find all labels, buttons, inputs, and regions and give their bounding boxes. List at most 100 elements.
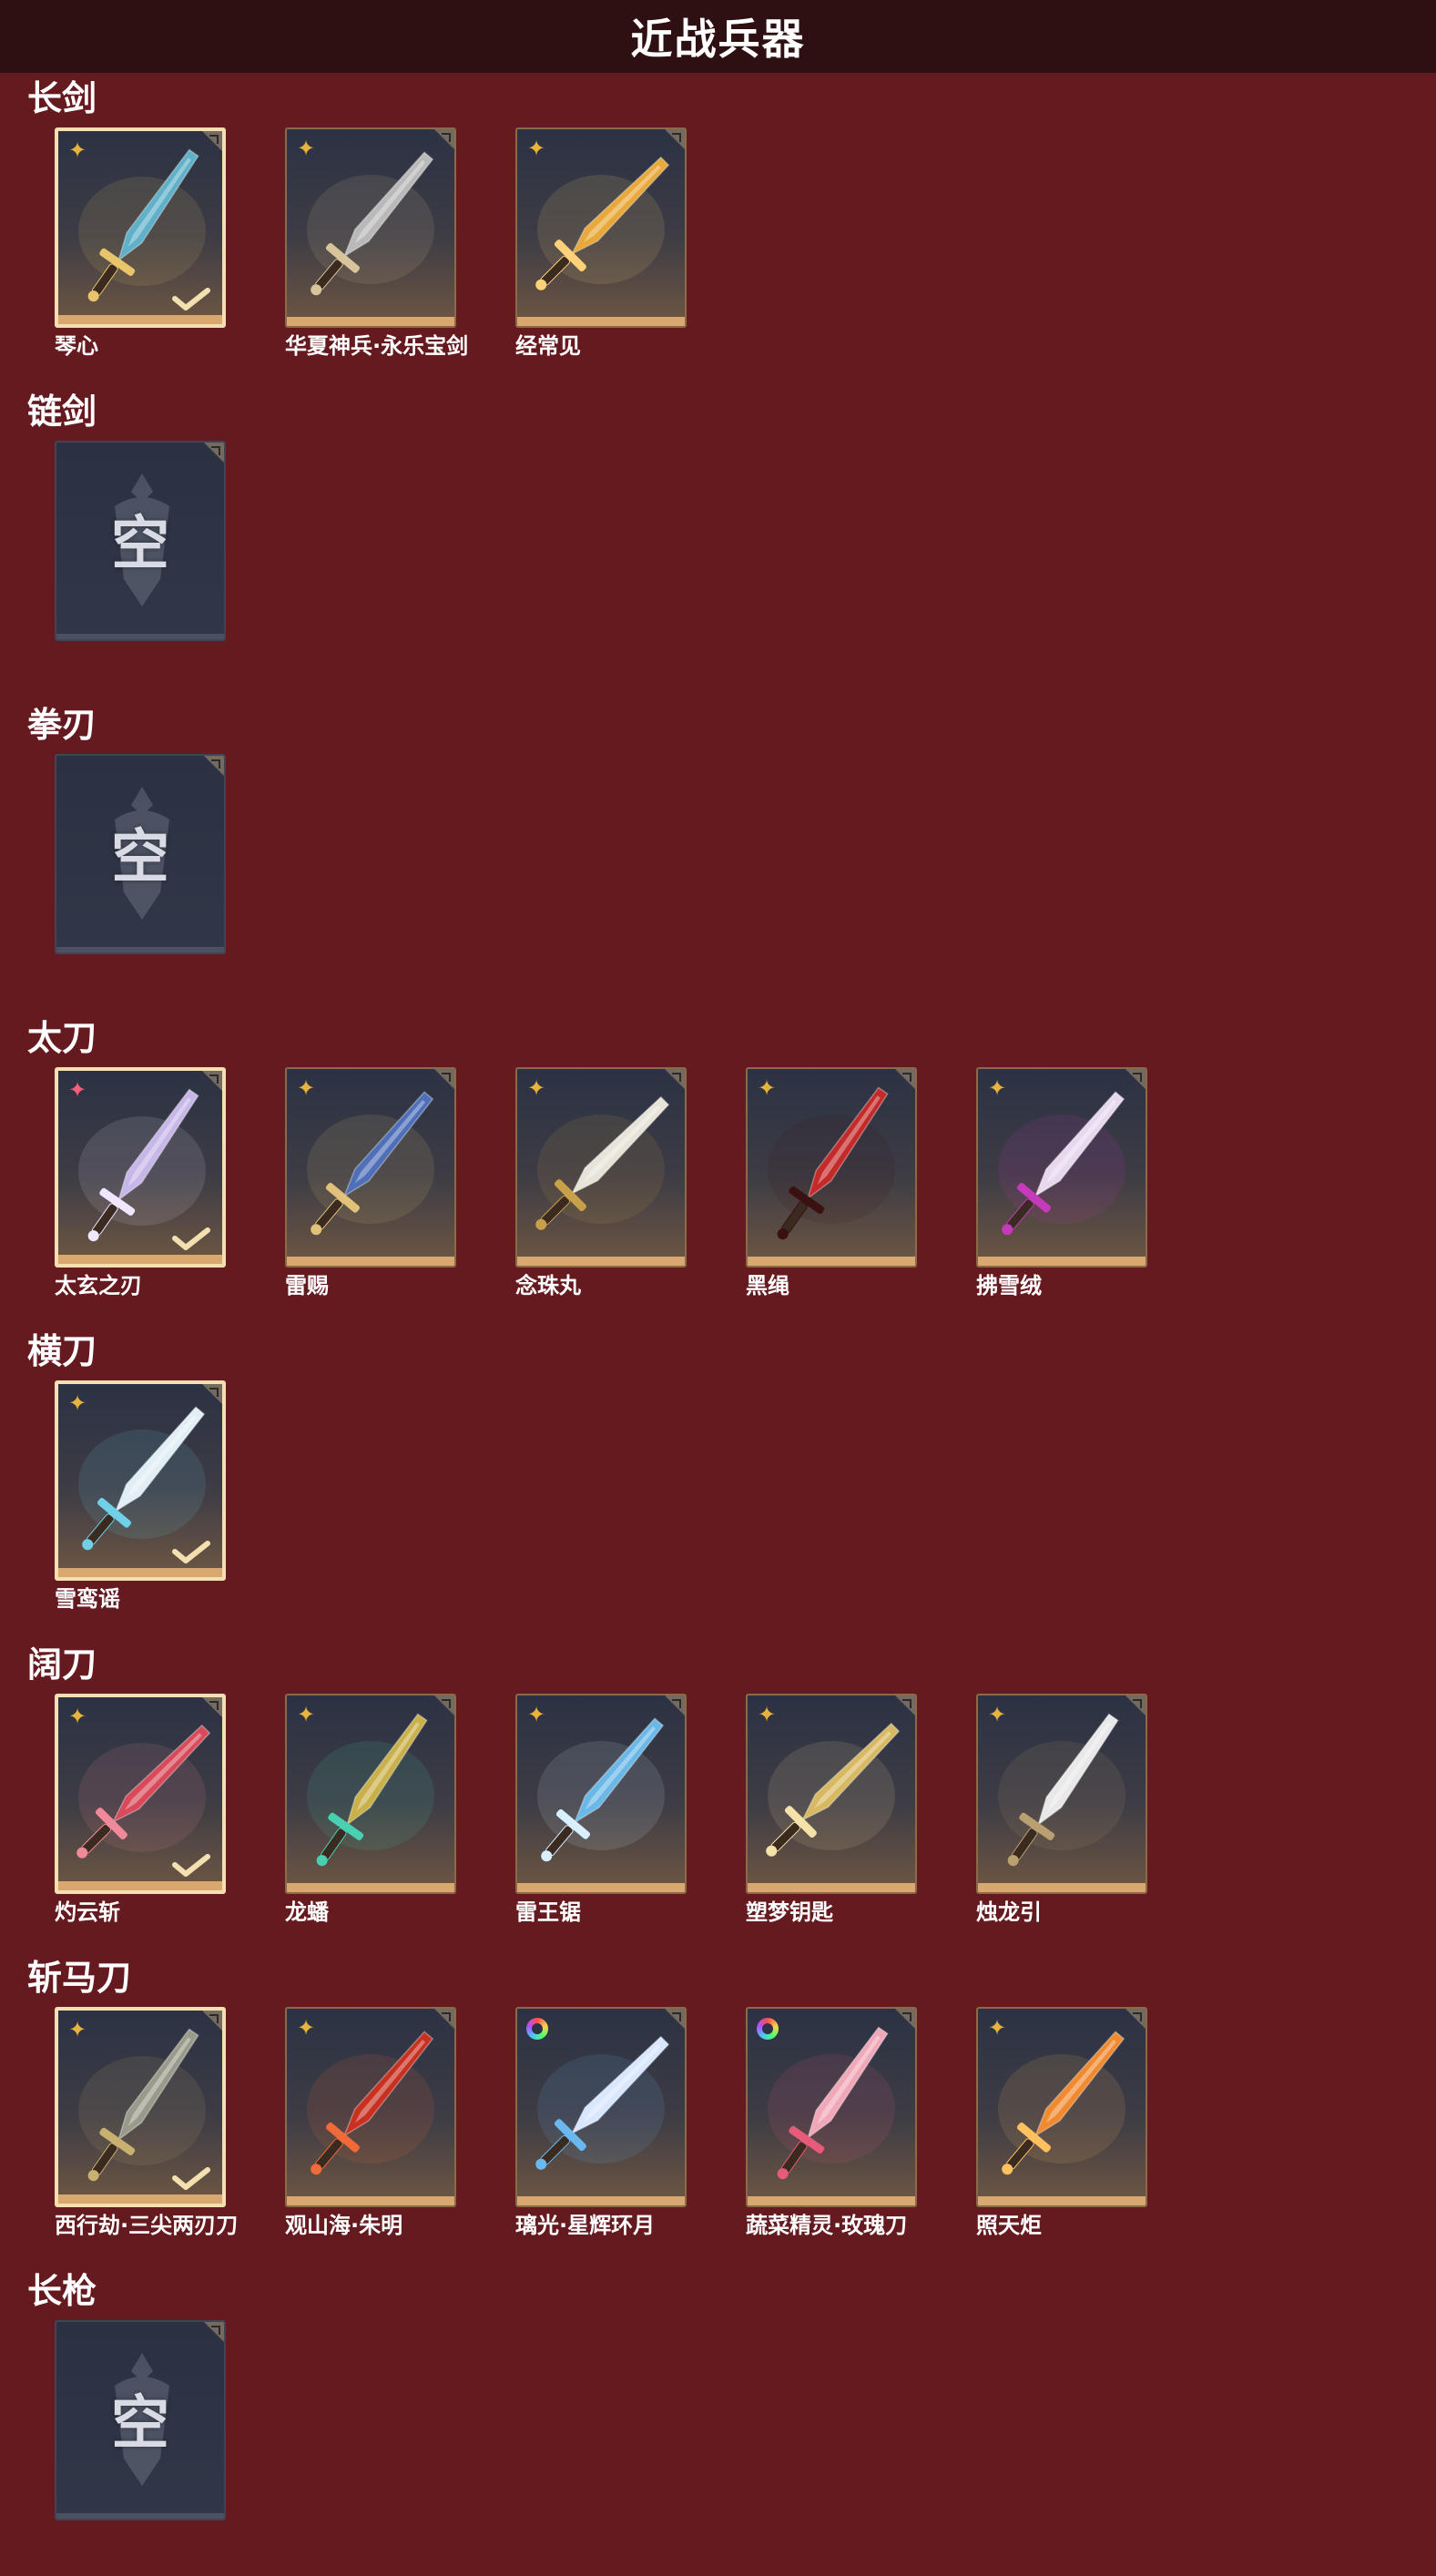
empty-slot-label: 空 <box>111 511 169 578</box>
section-title: 链剑 <box>27 392 97 432</box>
section-title: 拳刃 <box>27 705 97 745</box>
gold-star-rarity-icon: ✦ <box>67 2017 87 2042</box>
rainbow-rarity-icon <box>757 2018 779 2040</box>
gold-star-rarity-icon: ✦ <box>526 136 546 161</box>
equipped-check-icon <box>172 288 210 311</box>
expand-corner-icon <box>895 2009 915 2029</box>
page-header: 近战兵器 <box>0 0 1436 73</box>
weapon-card[interactable]: ✦ <box>746 1067 917 1268</box>
gold-star-rarity-icon: ✦ <box>987 2015 1007 2041</box>
pink-star-rarity-icon: ✦ <box>67 1077 87 1103</box>
weapon-name: 西行劫·三尖两刃刀 <box>55 2213 239 2238</box>
expand-corner-icon <box>665 1695 685 1716</box>
weapon-name: 琴心 <box>55 333 98 359</box>
expand-corner-icon <box>202 2011 222 2031</box>
weapon-card[interactable]: ✦ <box>285 2007 456 2207</box>
gold-star-rarity-icon: ✦ <box>296 1075 316 1101</box>
section-title: 横刀 <box>27 1331 97 1371</box>
weapon-card[interactable] <box>515 2007 687 2207</box>
card-quality-bar <box>978 1257 1146 1266</box>
weapon-card[interactable]: ✦ <box>515 1694 687 1894</box>
expand-corner-icon <box>1125 1069 1146 1089</box>
weapon-card[interactable]: ✦ <box>285 1694 456 1894</box>
card-quality-bar <box>517 317 685 326</box>
empty-weapon-slot[interactable]: 空 <box>55 441 226 641</box>
card-quality-bar <box>58 1568 222 1577</box>
weapon-name: 龙蟠 <box>285 1899 329 1925</box>
equipped-check-icon <box>172 1854 210 1877</box>
card-quality-bar <box>517 1883 685 1892</box>
card-quality-bar <box>58 2194 222 2204</box>
weapon-card[interactable]: ✦ <box>55 1694 226 1894</box>
weapon-card[interactable]: ✦ <box>976 1067 1147 1268</box>
expand-corner-icon <box>204 756 224 776</box>
empty-weapon-slot[interactable]: 空 <box>55 2320 226 2520</box>
empty-slot-label: 空 <box>111 824 169 891</box>
weapon-name: 雷赐 <box>285 1273 329 1298</box>
expand-corner-icon <box>202 1697 222 1717</box>
weapon-card[interactable]: ✦ <box>285 127 456 328</box>
gold-star-rarity-icon: ✦ <box>987 1075 1007 1101</box>
gold-star-rarity-icon: ✦ <box>67 1704 87 1729</box>
weapon-name: 烛龙引 <box>976 1899 1042 1925</box>
expand-corner-icon <box>895 1069 915 1089</box>
card-quality-bar <box>56 634 224 639</box>
expand-corner-icon <box>434 129 454 149</box>
section-title: 长剑 <box>27 78 97 118</box>
weapon-name: 雷王锯 <box>515 1899 581 1925</box>
gold-star-rarity-icon: ✦ <box>296 1702 316 1727</box>
section-title: 长枪 <box>27 2271 97 2311</box>
card-quality-bar <box>978 2196 1146 2205</box>
gold-star-rarity-icon: ✦ <box>757 1075 777 1101</box>
expand-corner-icon <box>1125 2009 1146 2029</box>
card-quality-bar <box>748 1883 915 1892</box>
weapon-card[interactable]: ✦ <box>515 1067 687 1268</box>
expand-corner-icon <box>202 1384 222 1404</box>
weapon-card[interactable]: ✦ <box>55 2007 226 2207</box>
weapon-card[interactable]: ✦ <box>55 1380 226 1581</box>
weapon-name: 璃光·星辉环月 <box>515 2213 656 2238</box>
weapon-card[interactable]: ✦ <box>55 1067 226 1268</box>
gold-star-rarity-icon: ✦ <box>67 137 87 163</box>
weapon-card[interactable]: ✦ <box>976 2007 1147 2207</box>
card-quality-bar <box>287 317 454 326</box>
gold-star-rarity-icon: ✦ <box>296 2015 316 2041</box>
weapon-card[interactable]: ✦ <box>55 127 226 328</box>
weapon-name: 蔬菜精灵·玫瑰刀 <box>746 2213 908 2238</box>
expand-corner-icon <box>434 1069 454 1089</box>
gold-star-rarity-icon: ✦ <box>987 1702 1007 1727</box>
card-quality-bar <box>58 1881 222 1890</box>
card-quality-bar <box>517 1257 685 1266</box>
card-quality-bar <box>287 1883 454 1892</box>
expand-corner-icon <box>202 1071 222 1091</box>
card-quality-bar <box>978 1883 1146 1892</box>
weapon-name: 灼云斩 <box>55 1899 120 1925</box>
expand-corner-icon <box>434 2009 454 2029</box>
weapon-card[interactable]: ✦ <box>285 1067 456 1268</box>
weapon-name: 拂雪绒 <box>976 1273 1042 1298</box>
expand-corner-icon <box>665 1069 685 1089</box>
weapon-card[interactable]: ✦ <box>746 1694 917 1894</box>
expand-corner-icon <box>1125 1695 1146 1716</box>
weapon-name: 经常见 <box>515 333 581 359</box>
section-title: 太刀 <box>27 1018 97 1058</box>
gold-star-rarity-icon: ✦ <box>67 1390 87 1416</box>
equipped-check-icon <box>172 1541 210 1563</box>
weapon-card[interactable] <box>746 2007 917 2207</box>
card-quality-bar <box>56 947 224 952</box>
expand-corner-icon <box>202 131 222 151</box>
weapon-name: 黑绳 <box>746 1273 789 1298</box>
weapon-card[interactable]: ✦ <box>515 127 687 328</box>
section-title: 阔刀 <box>27 1644 97 1685</box>
weapon-name: 华夏神兵·永乐宝剑 <box>285 333 469 359</box>
weapon-name: 塑梦钥匙 <box>746 1899 833 1925</box>
expand-corner-icon <box>665 129 685 149</box>
gold-star-rarity-icon: ✦ <box>757 1702 777 1727</box>
card-quality-bar <box>748 2196 915 2205</box>
equipped-check-icon <box>172 2167 210 2190</box>
empty-weapon-slot[interactable]: 空 <box>55 754 226 954</box>
expand-corner-icon <box>204 443 224 463</box>
weapon-card[interactable]: ✦ <box>976 1694 1147 1894</box>
expand-corner-icon <box>895 1695 915 1716</box>
card-quality-bar <box>58 315 222 324</box>
